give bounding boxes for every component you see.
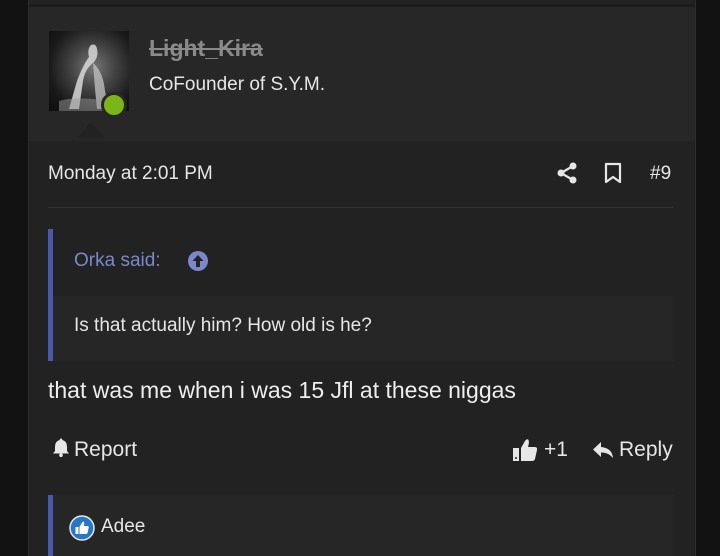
thumbs-up-icon (513, 439, 538, 461)
online-status-dot (101, 92, 127, 118)
reply-icon (593, 442, 613, 458)
report-label: Report (74, 438, 138, 461)
post-number[interactable]: #9 (650, 163, 671, 185)
quote-block: Orka said: Is that actually him? How old… (48, 229, 674, 361)
post-date[interactable]: Monday at 2:01 PM (48, 163, 213, 185)
report-button[interactable]: Report (52, 437, 137, 463)
like-count: +1 (544, 438, 568, 461)
bookmark-icon[interactable] (604, 162, 622, 189)
forum-post: Light_Kira CoFounder of S.Y.M. Monday at… (28, 0, 696, 556)
username[interactable]: Light_Kira (149, 35, 263, 62)
likes-bar: Adee (48, 495, 674, 556)
like-badge-icon (69, 515, 95, 546)
share-icon[interactable] (556, 162, 578, 189)
page: Light_Kira CoFounder of S.Y.M. Monday at… (0, 0, 720, 556)
reply-label: Reply (619, 438, 673, 461)
post-message: that was me when i was 15 Jfl at these n… (48, 377, 516, 403)
quote-text: Is that actually him? How old is he? (74, 315, 372, 336)
quote-author[interactable]: Orka said: (74, 250, 161, 272)
bell-icon (52, 437, 70, 463)
user-block: Light_Kira CoFounder of S.Y.M. (29, 4, 695, 141)
reply-button[interactable]: Reply (592, 438, 673, 462)
user-block-pointer (77, 122, 105, 138)
arrow-up-circle-icon[interactable] (187, 250, 209, 277)
like-button[interactable]: +1 (512, 438, 568, 462)
likes-names[interactable]: Adee (101, 516, 145, 538)
user-title: CoFounder of S.Y.M. (149, 74, 326, 95)
divider (48, 207, 674, 208)
quote-header: Orka said: (53, 229, 674, 296)
